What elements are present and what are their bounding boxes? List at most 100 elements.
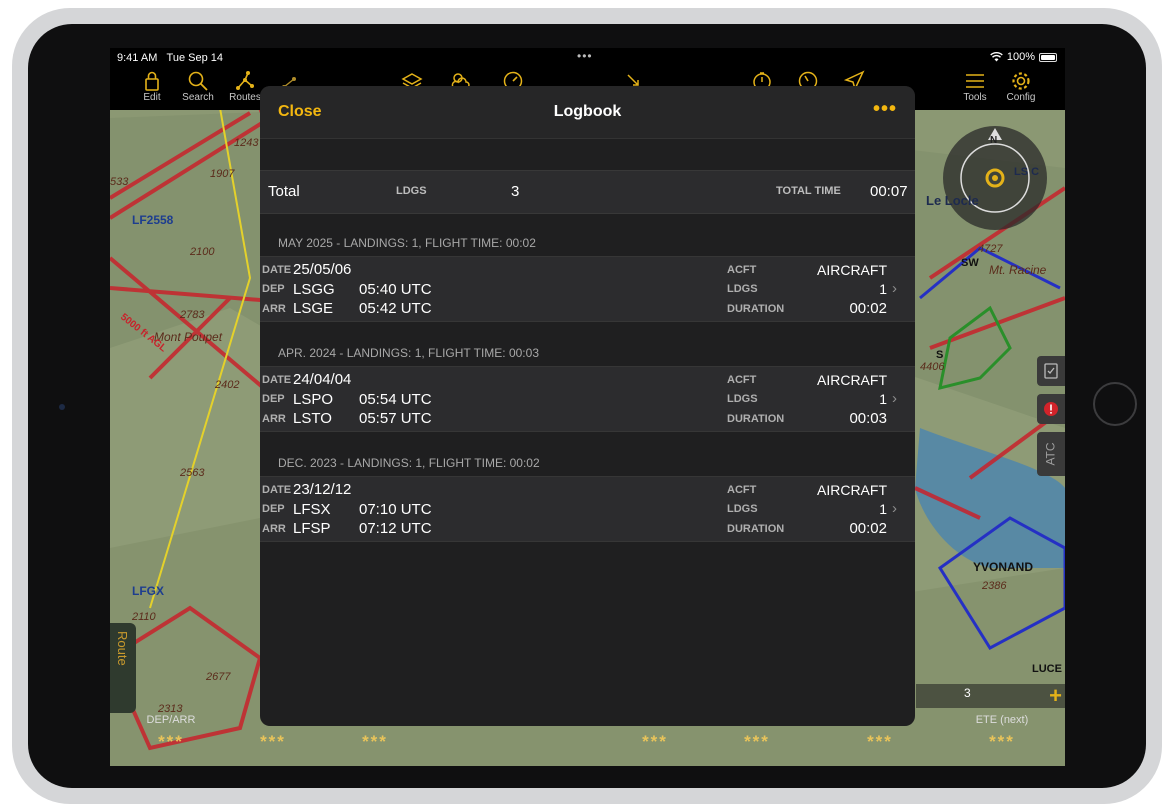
instrument-value: *** [260, 732, 286, 751]
ete-next-field[interactable]: ETE (next) *** [947, 712, 1057, 766]
entry-arr-time: 05:57 UTC [359, 410, 432, 427]
instrument-value: *** [867, 732, 893, 751]
map-label-mt-racine: Mt. Racine [989, 263, 1047, 277]
search-button[interactable]: Search [174, 68, 222, 110]
map-elevation: 2402 [214, 379, 239, 391]
status-bar: 9:41 AM Tue Sep 14 ••• 100% [110, 48, 1065, 68]
alerts-button[interactable] [1037, 394, 1065, 424]
more-options-button[interactable]: ••• [873, 98, 897, 121]
ldgs-label: LDGS [727, 283, 758, 295]
status-date: Tue Sep 14 [166, 52, 223, 64]
date-label: DATE [262, 484, 292, 496]
dep-arr-value: *** [158, 732, 184, 751]
config-button[interactable]: Config [997, 68, 1045, 110]
entry-arr: LSTO [293, 410, 332, 427]
gear-icon [1012, 72, 1030, 90]
entry-dep-time: 05:40 UTC [359, 281, 432, 298]
map-elevation: 2386 [981, 580, 1007, 592]
tools-button[interactable]: Tools [951, 68, 999, 110]
entry-date: 23/12/12 [293, 481, 352, 498]
instrument-value: *** [642, 732, 668, 751]
map-label-ls-c: LS C [1014, 166, 1039, 178]
dep-arr-label: DEP/ARR [146, 714, 196, 726]
ldgs-label: LDGS [727, 503, 758, 515]
checklist-icon [1044, 363, 1058, 379]
map-elevation: 533 [110, 176, 129, 188]
acft-label: ACFT [727, 484, 757, 496]
zoom-slider[interactable]: 3 + [916, 683, 1065, 709]
menu-icon [966, 74, 984, 88]
date-label: DATE [262, 374, 292, 386]
dep-label: DEP [262, 283, 285, 295]
chevron-right-icon: › [892, 390, 897, 407]
logbook-header: Close Logbook ••• [260, 86, 915, 139]
route-tab[interactable]: Route [110, 623, 136, 713]
wifi-icon [990, 52, 1003, 62]
total-ldgs-label: LDGS [396, 185, 427, 197]
map-elevation: 1907 [210, 168, 235, 180]
map-label-sw: SW [961, 257, 979, 269]
total-ldgs-value: 3 [511, 183, 520, 200]
map-elevation: 2100 [189, 246, 215, 258]
map-elevation: 2563 [179, 467, 205, 479]
logbook-entry[interactable]: DATE 23/12/12 DEP LFSX 07:10 UTC ARR LFS… [260, 476, 915, 542]
front-camera [59, 404, 65, 410]
status-clock: 9:41 AM [117, 52, 158, 64]
entry-date: 25/05/06 [293, 261, 352, 278]
compass-north-label: N [990, 135, 997, 146]
group-header: APR. 2024 - LANDINGS: 1, FLIGHT TIME: 00… [278, 346, 539, 360]
route-tab-label: Route [115, 631, 130, 666]
map-elevation: 4727 [978, 243, 1003, 255]
entry-dep: LSPO [293, 391, 334, 408]
dep-label: DEP [262, 503, 285, 515]
atc-label: ATC [1043, 442, 1058, 466]
instrument-value: *** [744, 732, 770, 751]
dep-arr-field[interactable]: DEP/ARR *** [116, 712, 226, 766]
map-elevation: 4406 [920, 361, 945, 373]
edit-button[interactable]: Edit [128, 68, 176, 110]
checklist-button[interactable] [1037, 356, 1065, 386]
map-elevation: 2677 [205, 671, 231, 683]
entry-aircraft: AIRCRAFT [817, 372, 887, 388]
chevron-right-icon: › [892, 500, 897, 517]
logbook-entry[interactable]: DATE 24/04/04 DEP LSPO 05:54 UTC ARR LST… [260, 366, 915, 432]
atc-button[interactable]: ATC [1037, 432, 1065, 476]
edit-label: Edit [143, 92, 161, 103]
add-button[interactable]: + [1049, 683, 1062, 709]
chevron-right-icon: › [892, 280, 897, 297]
logbook-total-row: Total LDGS 3 TOTAL TIME 00:07 [260, 170, 915, 214]
entry-arr-time: 07:12 UTC [359, 520, 432, 537]
map-label-s: S [936, 349, 943, 361]
ete-next-value: *** [989, 732, 1015, 751]
total-time-value: 00:07 [870, 183, 908, 200]
duration-label: DURATION [727, 303, 785, 315]
map-elevation: 2110 [131, 611, 157, 623]
entry-dep-time: 05:54 UTC [359, 391, 432, 408]
duration-label: DURATION [727, 413, 785, 425]
group-header: MAY 2025 - LANDINGS: 1, FLIGHT TIME: 00:… [278, 236, 536, 250]
dep-label: DEP [262, 393, 285, 405]
multitasking-dots[interactable]: ••• [577, 49, 593, 63]
home-button[interactable] [1093, 382, 1137, 426]
config-label: Config [1006, 92, 1036, 103]
entry-ldgs: 1 [879, 281, 887, 297]
map-label-le-locle: Le Locle [926, 193, 979, 208]
total-time-label: TOTAL TIME [776, 185, 841, 197]
map-label-lf2558: LF2558 [132, 213, 174, 227]
search-icon [188, 71, 208, 91]
battery-percent: 100% [1006, 51, 1035, 63]
arr-label: ARR [262, 523, 286, 535]
group-header: DEC. 2023 - LANDINGS: 1, FLIGHT TIME: 00… [278, 456, 540, 470]
acft-label: ACFT [727, 374, 757, 386]
entry-aircraft: AIRCRAFT [817, 482, 887, 498]
acft-label: ACFT [727, 264, 757, 276]
entry-duration: 00:02 [849, 520, 887, 537]
entry-ldgs: 1 [879, 501, 887, 517]
logbook-title: Logbook [553, 103, 622, 120]
ldgs-label: LDGS [727, 393, 758, 405]
arr-label: ARR [262, 413, 286, 425]
entry-dep-time: 07:10 UTC [359, 501, 432, 518]
map-label-luce: LUCE [1032, 663, 1062, 675]
logbook-entry[interactable]: DATE 25/05/06 DEP LSGG 05:40 UTC ARR LSG… [260, 256, 915, 322]
zoom-value: 3 [964, 686, 971, 700]
